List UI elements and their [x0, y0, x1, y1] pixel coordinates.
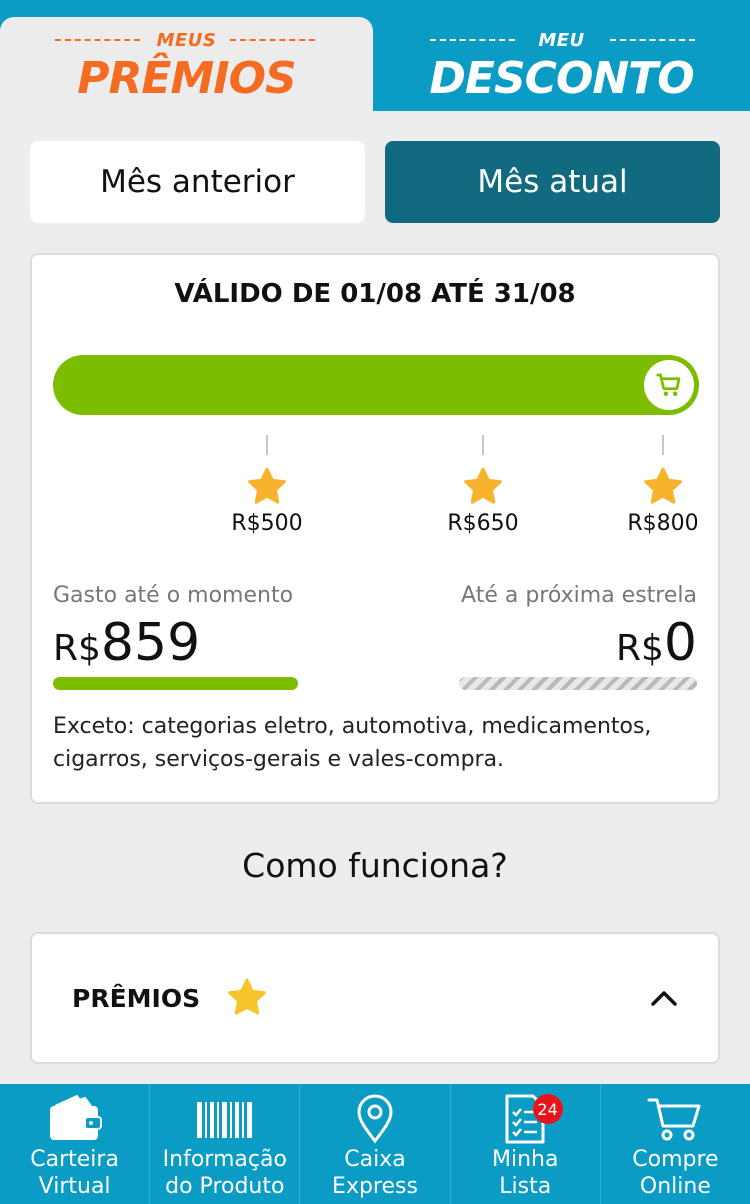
cart-icon — [647, 1098, 701, 1141]
nav-caixa-express[interactable]: Caixa Express — [300, 1084, 451, 1204]
nav-label: Minha Lista — [451, 1146, 600, 1200]
currency-symbol: R$ — [615, 628, 664, 669]
premios-accordion[interactable]: PRÊMIOS — [30, 932, 720, 1064]
nav-label-line1: Carteira — [30, 1147, 119, 1172]
star-icon — [644, 467, 682, 504]
spent-value: 859 — [100, 613, 201, 673]
nav-informacao-produto[interactable]: Informação do Produto — [150, 1084, 301, 1204]
star-icon — [228, 978, 266, 1015]
bottom-navigation: Carteira Virtual Informação do Produto C… — [0, 1084, 750, 1204]
nav-label-line2: Virtual — [38, 1174, 111, 1199]
chevron-up-icon[interactable] — [650, 988, 678, 1008]
milestone-650: R$650 — [423, 435, 543, 536]
how-it-works-heading: Como funciona? — [242, 846, 508, 885]
next-star-value: 0 — [663, 613, 697, 673]
nav-label: Informação do Produto — [150, 1146, 299, 1200]
tab-premios-title: PRÊMIOS — [77, 53, 296, 104]
nav-carteira-virtual[interactable]: Carteira Virtual — [0, 1084, 151, 1204]
barcode-icon — [196, 1102, 252, 1138]
nav-label-line1: Informação — [162, 1147, 287, 1172]
tab-desconto-title: DESCONTO — [429, 53, 694, 104]
next-star-bar — [459, 677, 697, 690]
validity-period: VÁLIDO DE 01/08 ATÉ 31/08 — [174, 279, 576, 309]
nav-label-line2: Lista — [499, 1174, 552, 1199]
list-count-badge: 24 — [532, 1094, 563, 1124]
cart-icon — [641, 357, 697, 413]
nav-label-line1: Caixa — [344, 1147, 406, 1172]
spend-progress-bar — [53, 355, 699, 415]
star-icon — [248, 467, 286, 504]
milestone-500: R$500 — [207, 435, 327, 536]
location-pin-icon — [357, 1094, 393, 1144]
star-icon — [464, 467, 502, 504]
milestone-tick — [482, 435, 484, 455]
nav-label: Carteira Virtual — [0, 1146, 149, 1200]
nav-label: Compre Online — [601, 1146, 750, 1200]
milestone-label: R$800 — [627, 511, 699, 536]
milestone-label: R$650 — [447, 511, 519, 536]
milestone-800: R$800 — [603, 435, 723, 536]
nav-label-line1: Minha — [491, 1147, 559, 1172]
spent-amount: R$859 — [53, 613, 200, 673]
tab-premios-small: MEUS — [156, 30, 217, 51]
top-tabs-header: MEUS PRÊMIOS MEU DESCONTO — [0, 0, 750, 111]
nav-compre-online[interactable]: Compre Online — [601, 1084, 750, 1204]
current-month-button[interactable]: Mês atual — [385, 141, 720, 223]
nav-label-line1: Compre — [632, 1147, 719, 1172]
exception-note: Exceto: categorias eletro, automotiva, m… — [53, 714, 652, 772]
nav-label-line2: Express — [332, 1174, 418, 1199]
tab-meu-desconto[interactable]: MEU DESCONTO — [373, 17, 750, 111]
next-star-label: Até a próxima estrela — [461, 583, 697, 608]
tab-meus-premios[interactable]: MEUS PRÊMIOS — [0, 17, 373, 111]
rewards-card: VÁLIDO DE 01/08 ATÉ 31/08 R$500 R$650 R$… — [30, 253, 720, 804]
accordion-title: PRÊMIOS — [72, 984, 201, 1013]
next-star-amount: R$0 — [616, 613, 697, 673]
previous-month-button[interactable]: Mês anterior — [30, 141, 365, 223]
milestone-tick — [662, 435, 664, 455]
spent-label: Gasto até o momento — [53, 583, 294, 608]
nav-label-line2: Online — [639, 1174, 711, 1199]
milestone-label: R$500 — [231, 511, 303, 536]
milestone-tick — [266, 435, 268, 455]
tab-desconto-small: MEU — [538, 30, 585, 51]
nav-label-line2: do Produto — [165, 1174, 285, 1199]
wallet-icon — [49, 1094, 102, 1140]
currency-symbol: R$ — [53, 628, 101, 669]
nav-label: Caixa Express — [300, 1146, 449, 1200]
spent-bar — [53, 677, 298, 690]
nav-minha-lista[interactable]: 24 Minha Lista — [451, 1084, 601, 1204]
